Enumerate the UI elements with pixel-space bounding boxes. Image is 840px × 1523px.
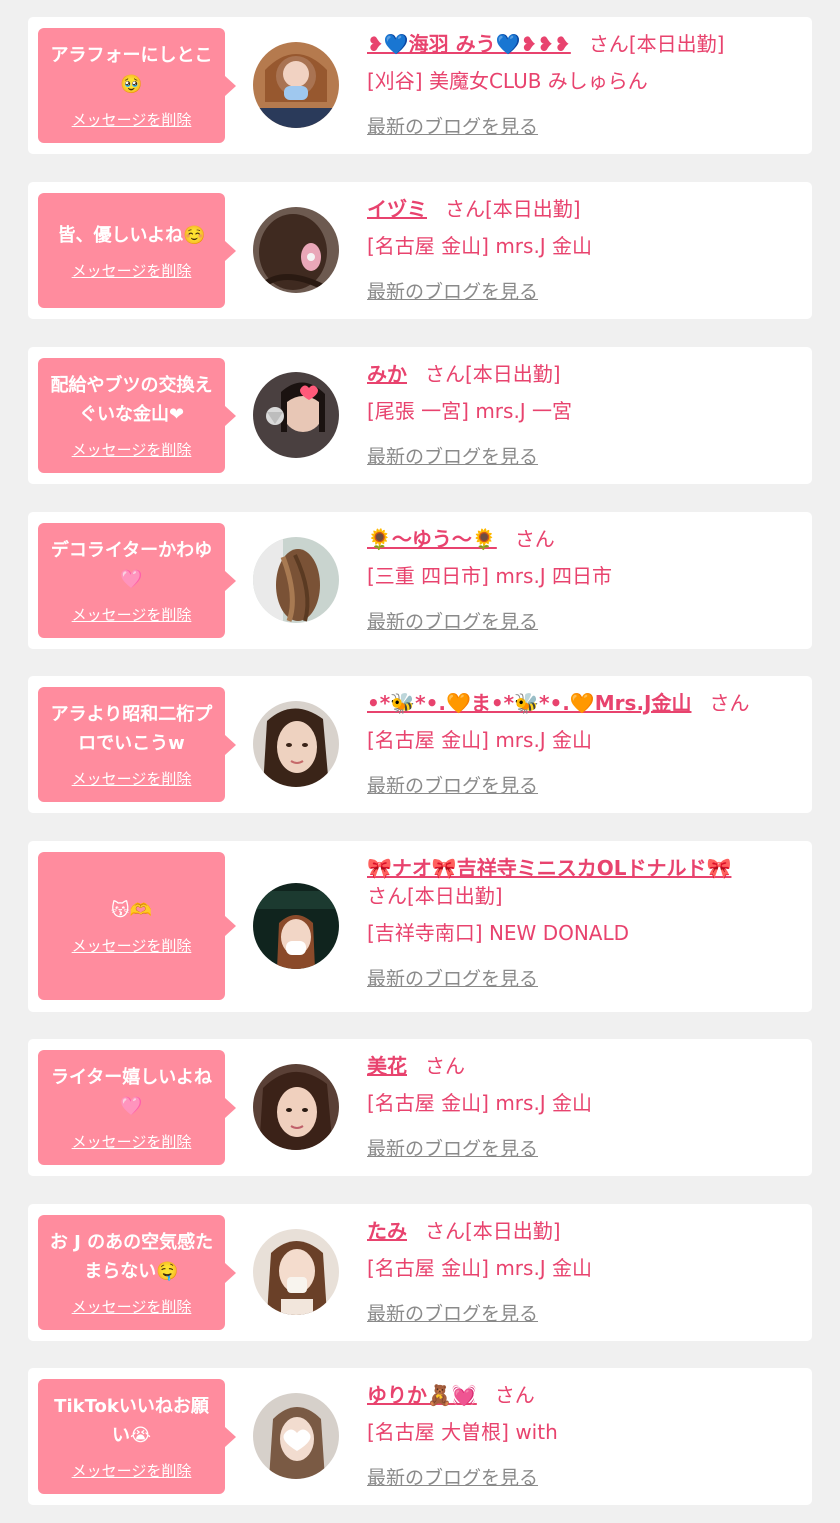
delete-message-link[interactable]: メッセージを削除 — [72, 1296, 192, 1317]
message-text: TikTokいいねお願い😭 — [54, 1396, 209, 1446]
message-bubble: 配給やブツの交換えぐいな金山❤ メッセージを削除 — [38, 358, 236, 473]
latest-blog-link[interactable]: 最新のブログを見る — [367, 771, 538, 798]
sender-info: 🎀ナオ🎀吉祥寺ミニスカOLドナルド🎀 さん[本日出勤] [吉祥寺南口] NEW D… — [367, 854, 792, 991]
shop-name: [名古屋 大曽根] with — [367, 1420, 558, 1444]
avatar[interactable] — [253, 42, 339, 128]
honorific: さん — [494, 1383, 535, 1407]
honorific: さん — [445, 197, 485, 221]
delete-message-link[interactable]: メッセージを削除 — [72, 260, 192, 281]
shop-name: [名古屋 金山] mrs.J 金山 — [367, 1256, 593, 1280]
list-item: デコライターかわゆ🩷 メッセージを削除 🌻〜ゆう〜🌻 さん [三重 四日市] mr… — [28, 512, 812, 649]
latest-blog-link[interactable]: 最新のブログを見る — [367, 964, 538, 991]
list-item: TikTokいいねお願い😭 メッセージを削除 ゆりか🧸💓 さん [名古屋 大曽根]… — [28, 1368, 812, 1505]
sender-name-link[interactable]: イヅミ — [367, 197, 427, 221]
message-bubble: アラフォーにしとこ🥹 メッセージを削除 — [38, 28, 236, 143]
latest-blog-link[interactable]: 最新のブログを見る — [367, 1134, 538, 1161]
honorific: さん — [425, 1219, 465, 1243]
delete-message-link[interactable]: メッセージを削除 — [72, 439, 192, 460]
sender-info: •*🐝*•.🧡ま•*🐝*•.🧡Mrs.J金山 さん [名古屋 金山] mrs.J … — [367, 689, 792, 798]
avatar[interactable] — [253, 883, 339, 969]
sender-info: ゆりか🧸💓 さん [名古屋 大曽根] with 最新のブログを見る — [367, 1381, 792, 1490]
message-bubble: 😽🫶 メッセージを削除 — [38, 852, 236, 1000]
honorific: さん — [709, 691, 750, 715]
message-bubble: TikTokいいねお願い😭 メッセージを削除 — [38, 1379, 236, 1494]
latest-blog-link[interactable]: 最新のブログを見る — [367, 607, 538, 634]
sender-info: 🌻〜ゆう〜🌻 さん [三重 四日市] mrs.J 四日市 最新のブログを見る — [367, 525, 792, 634]
delete-message-link[interactable]: メッセージを削除 — [72, 1131, 192, 1152]
shop-name: [名古屋 金山] mrs.J 金山 — [367, 1091, 593, 1115]
honorific: さん — [514, 527, 555, 551]
honorific: さん — [425, 362, 465, 386]
message-text: デコライターかわゆ🩷 — [50, 540, 213, 590]
work-status: [本日出勤] — [465, 362, 561, 386]
honorific: さん — [588, 32, 629, 56]
avatar[interactable] — [253, 1393, 339, 1479]
delete-message-link[interactable]: メッセージを削除 — [72, 935, 192, 956]
delete-message-link[interactable]: メッセージを削除 — [72, 109, 192, 130]
message-text: 😽🫶 — [110, 900, 153, 921]
shop-name: [名古屋 金山] mrs.J 金山 — [367, 728, 593, 752]
sender-name-link[interactable]: みか — [367, 362, 407, 386]
sender-info: たみ さん[本日出勤] [名古屋 金山] mrs.J 金山 最新のブログを見る — [367, 1217, 792, 1326]
list-item: お J のあの空気感たまらない🤤 メッセージを削除 たみ さん[本日出勤] [名古… — [28, 1204, 812, 1341]
delete-message-link[interactable]: メッセージを削除 — [72, 1460, 192, 1481]
latest-blog-link[interactable]: 最新のブログを見る — [367, 1463, 538, 1490]
list-item: 配給やブツの交換えぐいな金山❤ メッセージを削除 みか さん[本日出勤] [尾張 … — [28, 347, 812, 484]
avatar[interactable] — [253, 701, 339, 787]
sender-name-link[interactable]: ゆりか🧸💓 — [367, 1383, 477, 1407]
shop-name: [刈谷] 美魔女CLUB みしゅらん — [367, 69, 648, 93]
message-bubble: 皆、優しいよね☺️ メッセージを削除 — [38, 193, 236, 308]
work-status: [本日出勤] — [407, 884, 503, 908]
avatar[interactable] — [253, 1064, 339, 1150]
avatar[interactable] — [253, 537, 339, 623]
list-item: アラフォーにしとこ🥹 メッセージを削除 ❥💙海羽 みう💙❥❥❥ さん[本日出勤] … — [28, 17, 812, 154]
sender-info: みか さん[本日出勤] [尾張 一宮] mrs.J 一宮 最新のブログを見る — [367, 360, 792, 469]
shop-name: [三重 四日市] mrs.J 四日市 — [367, 564, 613, 588]
message-text: お J のあの空気感たまらない🤤 — [49, 1232, 214, 1282]
message-text: 配給やブツの交換えぐいな金山❤ — [50, 375, 213, 425]
list-item: 皆、優しいよね☺️ メッセージを削除 イヅミ さん[本日出勤] [名古屋 金山] … — [28, 182, 812, 319]
shop-name: [吉祥寺南口] NEW DONALD — [367, 921, 630, 945]
sender-name-link[interactable]: ❥💙海羽 みう💙❥❥❥ — [367, 32, 571, 56]
message-text: アラフォーにしとこ🥹 — [50, 45, 213, 95]
sender-name-link[interactable]: 🎀ナオ🎀吉祥寺ミニスカOLドナルド🎀 — [367, 856, 731, 880]
message-text: ライター嬉しいよね🩷 — [51, 1067, 212, 1117]
sender-info: 美花 さん [名古屋 金山] mrs.J 金山 最新のブログを見る — [367, 1052, 792, 1161]
sender-name-link[interactable]: 🌻〜ゆう〜🌻 — [367, 527, 497, 551]
work-status: [本日出勤] — [465, 1219, 561, 1243]
message-text: アラより昭和二桁プロでいこうw — [50, 704, 213, 754]
sender-info: ❥💙海羽 みう💙❥❥❥ さん[本日出勤] [刈谷] 美魔女CLUB みしゅらん 最… — [367, 30, 792, 139]
list-item: ライター嬉しいよね🩷 メッセージを削除 美花 さん [名古屋 金山] mrs.J … — [28, 1039, 812, 1176]
avatar[interactable] — [253, 207, 339, 293]
honorific: さん — [367, 884, 407, 908]
avatar[interactable] — [253, 372, 339, 458]
delete-message-link[interactable]: メッセージを削除 — [72, 768, 192, 789]
sender-name-link[interactable]: たみ — [367, 1219, 407, 1243]
latest-blog-link[interactable]: 最新のブログを見る — [367, 277, 538, 304]
message-bubble: ライター嬉しいよね🩷 メッセージを削除 — [38, 1050, 236, 1165]
shop-name: [尾張 一宮] mrs.J 一宮 — [367, 399, 573, 423]
honorific: さん — [425, 1054, 465, 1078]
latest-blog-link[interactable]: 最新のブログを見る — [367, 1299, 538, 1326]
list-item: 😽🫶 メッセージを削除 🎀ナオ🎀吉祥寺ミニスカOLドナルド🎀 さん[本日出勤] [… — [28, 841, 812, 1012]
sender-name-link[interactable]: •*🐝*•.🧡ま•*🐝*•.🧡Mrs.J金山 — [367, 691, 691, 715]
message-bubble: デコライターかわゆ🩷 メッセージを削除 — [38, 523, 236, 638]
sender-name-link[interactable]: 美花 — [367, 1054, 407, 1078]
message-bubble: アラより昭和二桁プロでいこうw メッセージを削除 — [38, 687, 236, 802]
work-status: [本日出勤] — [485, 197, 581, 221]
latest-blog-link[interactable]: 最新のブログを見る — [367, 442, 538, 469]
sender-info: イヅミ さん[本日出勤] [名古屋 金山] mrs.J 金山 最新のブログを見る — [367, 195, 792, 304]
avatar[interactable] — [253, 1229, 339, 1315]
list-item: アラより昭和二桁プロでいこうw メッセージを削除 •*🐝*•.🧡ま•*🐝*•.🧡… — [28, 676, 812, 813]
work-status: [本日出勤] — [628, 32, 725, 56]
delete-message-link[interactable]: メッセージを削除 — [72, 604, 192, 625]
message-bubble: お J のあの空気感たまらない🤤 メッセージを削除 — [38, 1215, 236, 1330]
message-text: 皆、優しいよね☺️ — [57, 224, 206, 246]
latest-blog-link[interactable]: 最新のブログを見る — [367, 112, 538, 139]
shop-name: [名古屋 金山] mrs.J 金山 — [367, 234, 593, 258]
